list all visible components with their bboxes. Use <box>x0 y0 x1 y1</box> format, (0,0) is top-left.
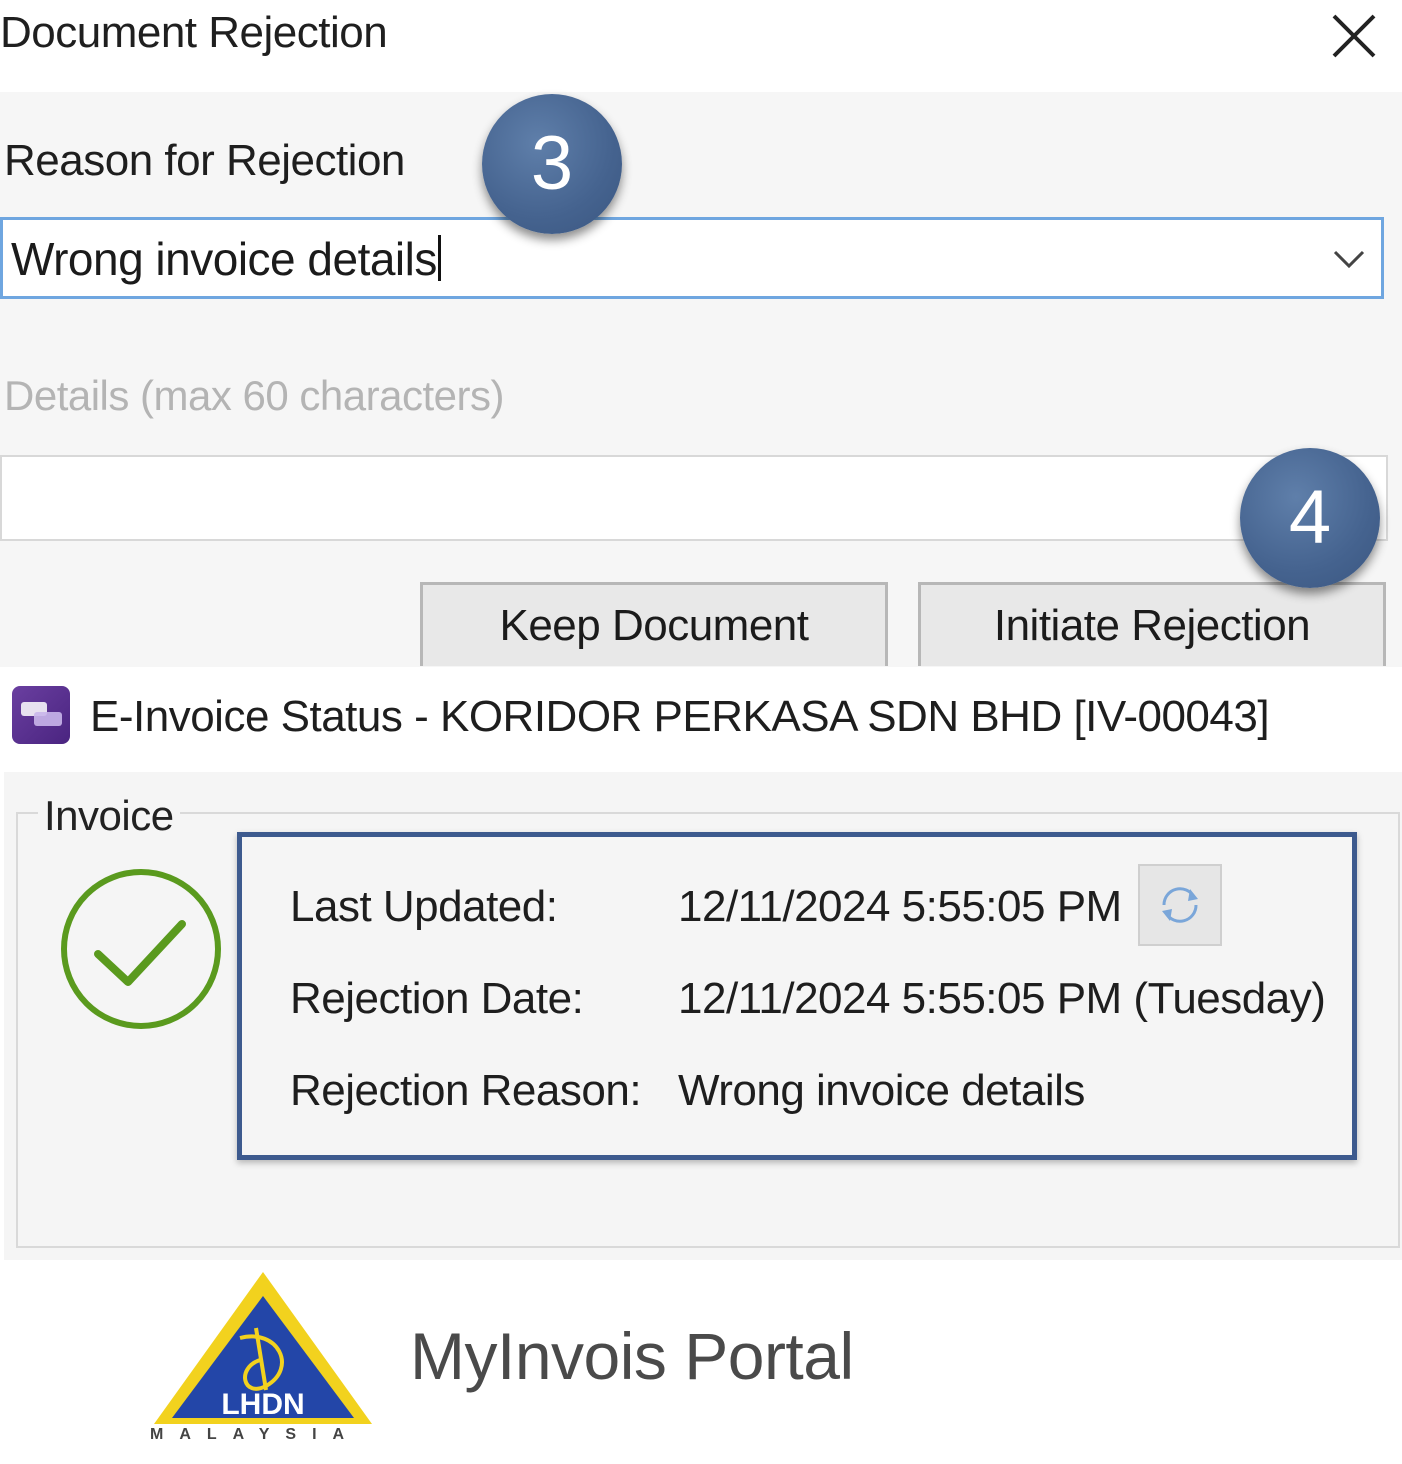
lhdn-logo: LHDN <box>154 1272 372 1424</box>
step-badge-3: 3 <box>482 94 622 234</box>
last-updated-value: 12/11/2024 5:55:05 PM <box>678 882 1122 931</box>
reason-value: Wrong invoice details <box>11 232 441 286</box>
rejection-date-value: 12/11/2024 5:55:05 PM (Tuesday) <box>678 974 1326 1023</box>
text-caret <box>437 235 441 281</box>
status-window-title: E-Invoice Status - KORIDOR PERKASA SDN B… <box>90 692 1270 741</box>
logo-text: LHDN <box>221 1388 304 1421</box>
chevron-down-icon[interactable] <box>1329 244 1369 274</box>
dialog-title: Document Rejection <box>0 8 388 57</box>
check-circle-icon <box>61 869 221 1029</box>
rejection-date-label: Rejection Date: <box>290 974 584 1023</box>
reason-combobox[interactable]: Wrong invoice details <box>0 217 1384 299</box>
last-updated-label: Last Updated: <box>290 882 558 931</box>
initiate-rejection-button[interactable]: Initiate Rejection <box>918 582 1386 666</box>
details-input[interactable] <box>0 455 1388 541</box>
logo-subtext: MALAYSIA <box>150 1426 361 1443</box>
refresh-icon <box>1162 887 1198 923</box>
close-icon <box>1332 14 1376 58</box>
portal-name: MyInvois Portal <box>410 1319 854 1393</box>
refresh-button[interactable] <box>1138 864 1222 946</box>
close-button[interactable] <box>1328 10 1380 62</box>
invoice-group-label: Invoice <box>38 792 180 840</box>
details-label: Details (max 60 characters) <box>4 372 505 419</box>
rejection-reason-value: Wrong invoice details <box>678 1066 1085 1115</box>
step-badge-4: 4 <box>1240 448 1380 588</box>
rejection-reason-label: Rejection Reason: <box>290 1066 642 1115</box>
app-icon <box>12 686 70 744</box>
keep-document-button[interactable]: Keep Document <box>420 582 888 666</box>
reason-label: Reason for Rejection <box>4 136 405 185</box>
